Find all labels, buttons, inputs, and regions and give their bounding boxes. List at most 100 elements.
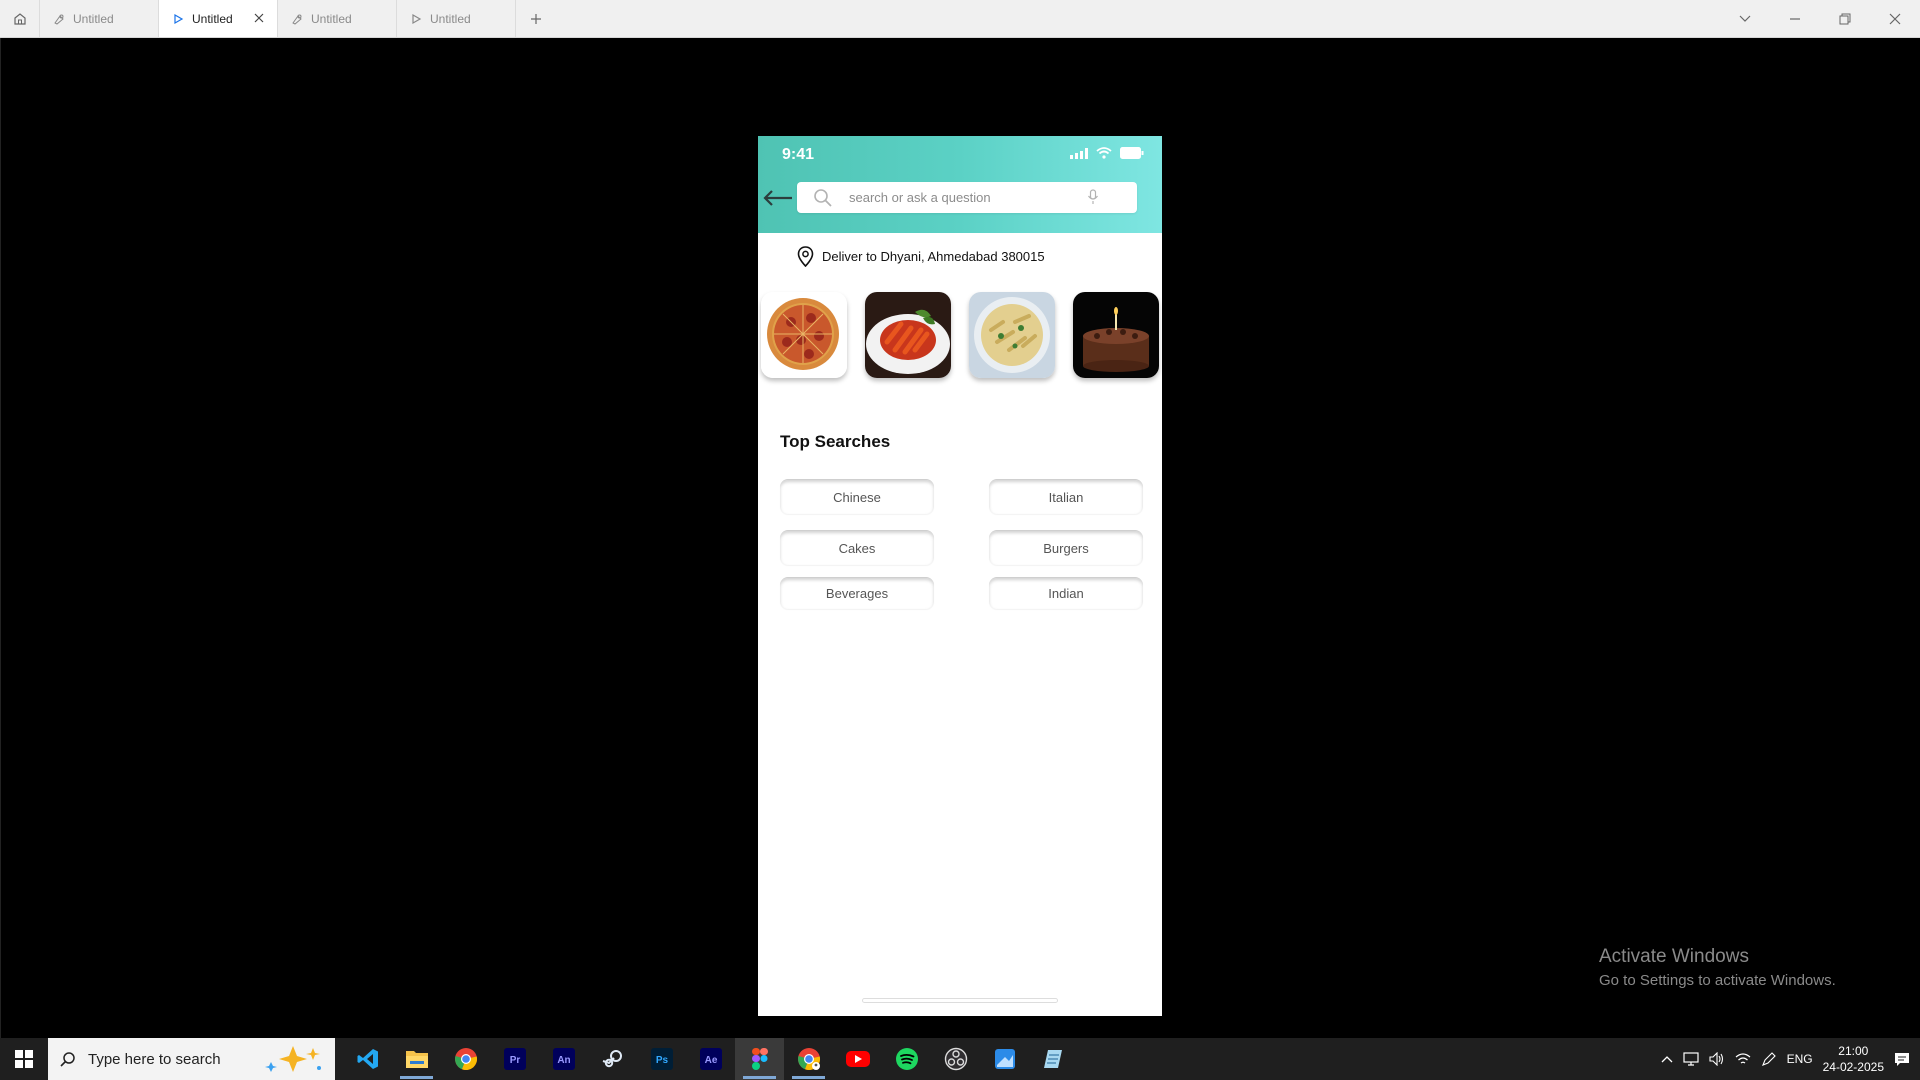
chip-burgers[interactable]: Burgers (989, 530, 1143, 565)
tab-label: Untitled (192, 11, 233, 26)
taskbar-premiere[interactable]: Pr (490, 1038, 539, 1080)
taskbar-search[interactable] (48, 1038, 335, 1080)
tab-1[interactable]: Untitled (40, 0, 159, 37)
taskbar-steam[interactable] (588, 1038, 637, 1080)
watermark-line-1: Activate Windows (1599, 946, 1749, 967)
close-tab-icon[interactable] (253, 12, 265, 24)
delivery-location[interactable]: Deliver to Dhyani, Ahmedabad 380015 (797, 246, 1045, 267)
home-icon (13, 12, 26, 25)
home-button[interactable] (0, 0, 40, 37)
tray-volume[interactable] (1709, 1052, 1725, 1066)
taskbar-notepad[interactable] (1029, 1038, 1078, 1080)
animate-icon: An (552, 1048, 575, 1070)
wifi-icon (1735, 1053, 1750, 1064)
food-card-pizza[interactable] (761, 292, 847, 378)
clock[interactable]: 21:00 24-02-2025 (1823, 1043, 1884, 1075)
minimize-button[interactable] (1770, 0, 1820, 38)
taskbar-youtube[interactable] (833, 1038, 882, 1080)
taskbar-spotify[interactable] (882, 1038, 931, 1080)
taskbar-apps: Pr An Ps Ae (343, 1038, 1078, 1080)
close-window-button[interactable] (1870, 0, 1920, 38)
figma-icon (751, 1048, 768, 1070)
white-pasta-image (969, 292, 1055, 378)
chrome-profile-icon (797, 1048, 820, 1071)
notification-center[interactable] (1894, 1051, 1910, 1067)
taskbar-figma[interactable] (735, 1038, 784, 1080)
spotify-icon (895, 1048, 918, 1070)
prototype-canvas: 9:41 Deliver to Dhyani, Ahmedabad 380015 (0, 38, 1920, 1038)
taskbar-vscode[interactable] (343, 1038, 392, 1080)
title-bar: Untitled Untitled Untitled Untitled (0, 0, 1920, 38)
taskbar-chrome[interactable] (441, 1038, 490, 1080)
tab-2-active[interactable]: Untitled (159, 0, 278, 37)
taskbar-photoshop[interactable]: Ps (637, 1038, 686, 1080)
back-button[interactable] (762, 186, 794, 210)
delivery-text: Deliver to Dhyani, Ahmedabad 380015 (822, 249, 1045, 264)
taskbar-search-input[interactable] (88, 1050, 268, 1068)
food-card-white-pasta[interactable] (969, 292, 1055, 378)
close-icon (1889, 13, 1901, 24)
signal-icon (1070, 147, 1088, 159)
minimize-icon (1790, 17, 1800, 20)
search-bar[interactable] (797, 182, 1137, 213)
food-card-red-pasta[interactable] (865, 292, 951, 378)
language-indicator[interactable]: ENG (1787, 1052, 1813, 1066)
clock-date: 24-02-2025 (1822, 1060, 1884, 1074)
arrow-left-icon (763, 190, 792, 206)
figma-design-icon (54, 14, 64, 25)
show-hidden-icons[interactable] (1661, 1055, 1673, 1063)
tab-label: Untitled (73, 11, 114, 26)
taskbar-chrome-profile[interactable] (784, 1038, 833, 1080)
top-searches-chips: Chinese Italian Cakes Burgers Beverages … (780, 479, 1143, 609)
photoshop-icon: Ps (650, 1048, 673, 1070)
tab-4[interactable]: Untitled (397, 0, 516, 37)
chip-italian[interactable]: Italian (989, 479, 1143, 514)
start-button[interactable] (0, 1038, 48, 1080)
youtube-icon (845, 1051, 870, 1067)
chevron-down-icon (1739, 15, 1751, 22)
clock-time: 21:00 (1838, 1044, 1869, 1058)
display-icon (1682, 1052, 1699, 1066)
watermark-line-2: Go to Settings to activate Windows. (1599, 972, 1836, 989)
chip-cakes[interactable]: Cakes (780, 530, 934, 565)
chip-indian[interactable]: Indian (989, 577, 1143, 609)
battery-icon (1120, 147, 1144, 159)
taskbar-animate[interactable]: An (539, 1038, 588, 1080)
tab-list-button[interactable] (1720, 0, 1770, 38)
status-time: 9:41 (782, 146, 815, 163)
after-effects-icon: Ae (699, 1048, 722, 1070)
food-card-chocolate-cake[interactable] (1073, 292, 1159, 378)
taskbar-file-explorer[interactable] (392, 1038, 441, 1080)
search-icon (60, 1052, 75, 1067)
pen-icon (1761, 1052, 1776, 1066)
volume-icon (1709, 1052, 1723, 1066)
chip-chinese[interactable]: Chinese (780, 479, 934, 514)
pizza-image (761, 292, 847, 378)
tray-pen[interactable] (1761, 1051, 1777, 1067)
chrome-icon (454, 1048, 477, 1071)
file-explorer-icon (405, 1051, 428, 1068)
svg-text:Ae: Ae (704, 1055, 717, 1066)
search-input[interactable] (849, 190, 1069, 205)
svg-text:An: An (557, 1055, 570, 1066)
taskbar-after-effects[interactable]: Ae (686, 1038, 735, 1080)
tab-3[interactable]: Untitled (278, 0, 397, 37)
tray-network[interactable] (1735, 1052, 1751, 1066)
paint-icon (994, 1049, 1015, 1069)
notification-icon (1895, 1053, 1909, 1066)
system-tray: ENG 21:00 24-02-2025 (1661, 1043, 1920, 1075)
obs-icon (944, 1047, 967, 1071)
figma-design-icon (292, 14, 302, 25)
taskbar: Pr An Ps Ae ENG 21:00 24-02-2025 (0, 1038, 1920, 1080)
search-icon (814, 188, 832, 207)
chip-beverages[interactable]: Beverages (780, 577, 934, 609)
top-searches-heading: Top Searches (780, 432, 891, 451)
taskbar-obs[interactable] (931, 1038, 980, 1080)
premiere-icon: Pr (503, 1048, 526, 1070)
new-tab-button[interactable] (516, 0, 556, 37)
restore-button[interactable] (1820, 0, 1870, 38)
taskbar-paint[interactable] (980, 1038, 1029, 1080)
chocolate-cake-image (1073, 292, 1159, 378)
tray-display[interactable] (1682, 1052, 1699, 1066)
microphone-icon[interactable] (1087, 189, 1099, 205)
